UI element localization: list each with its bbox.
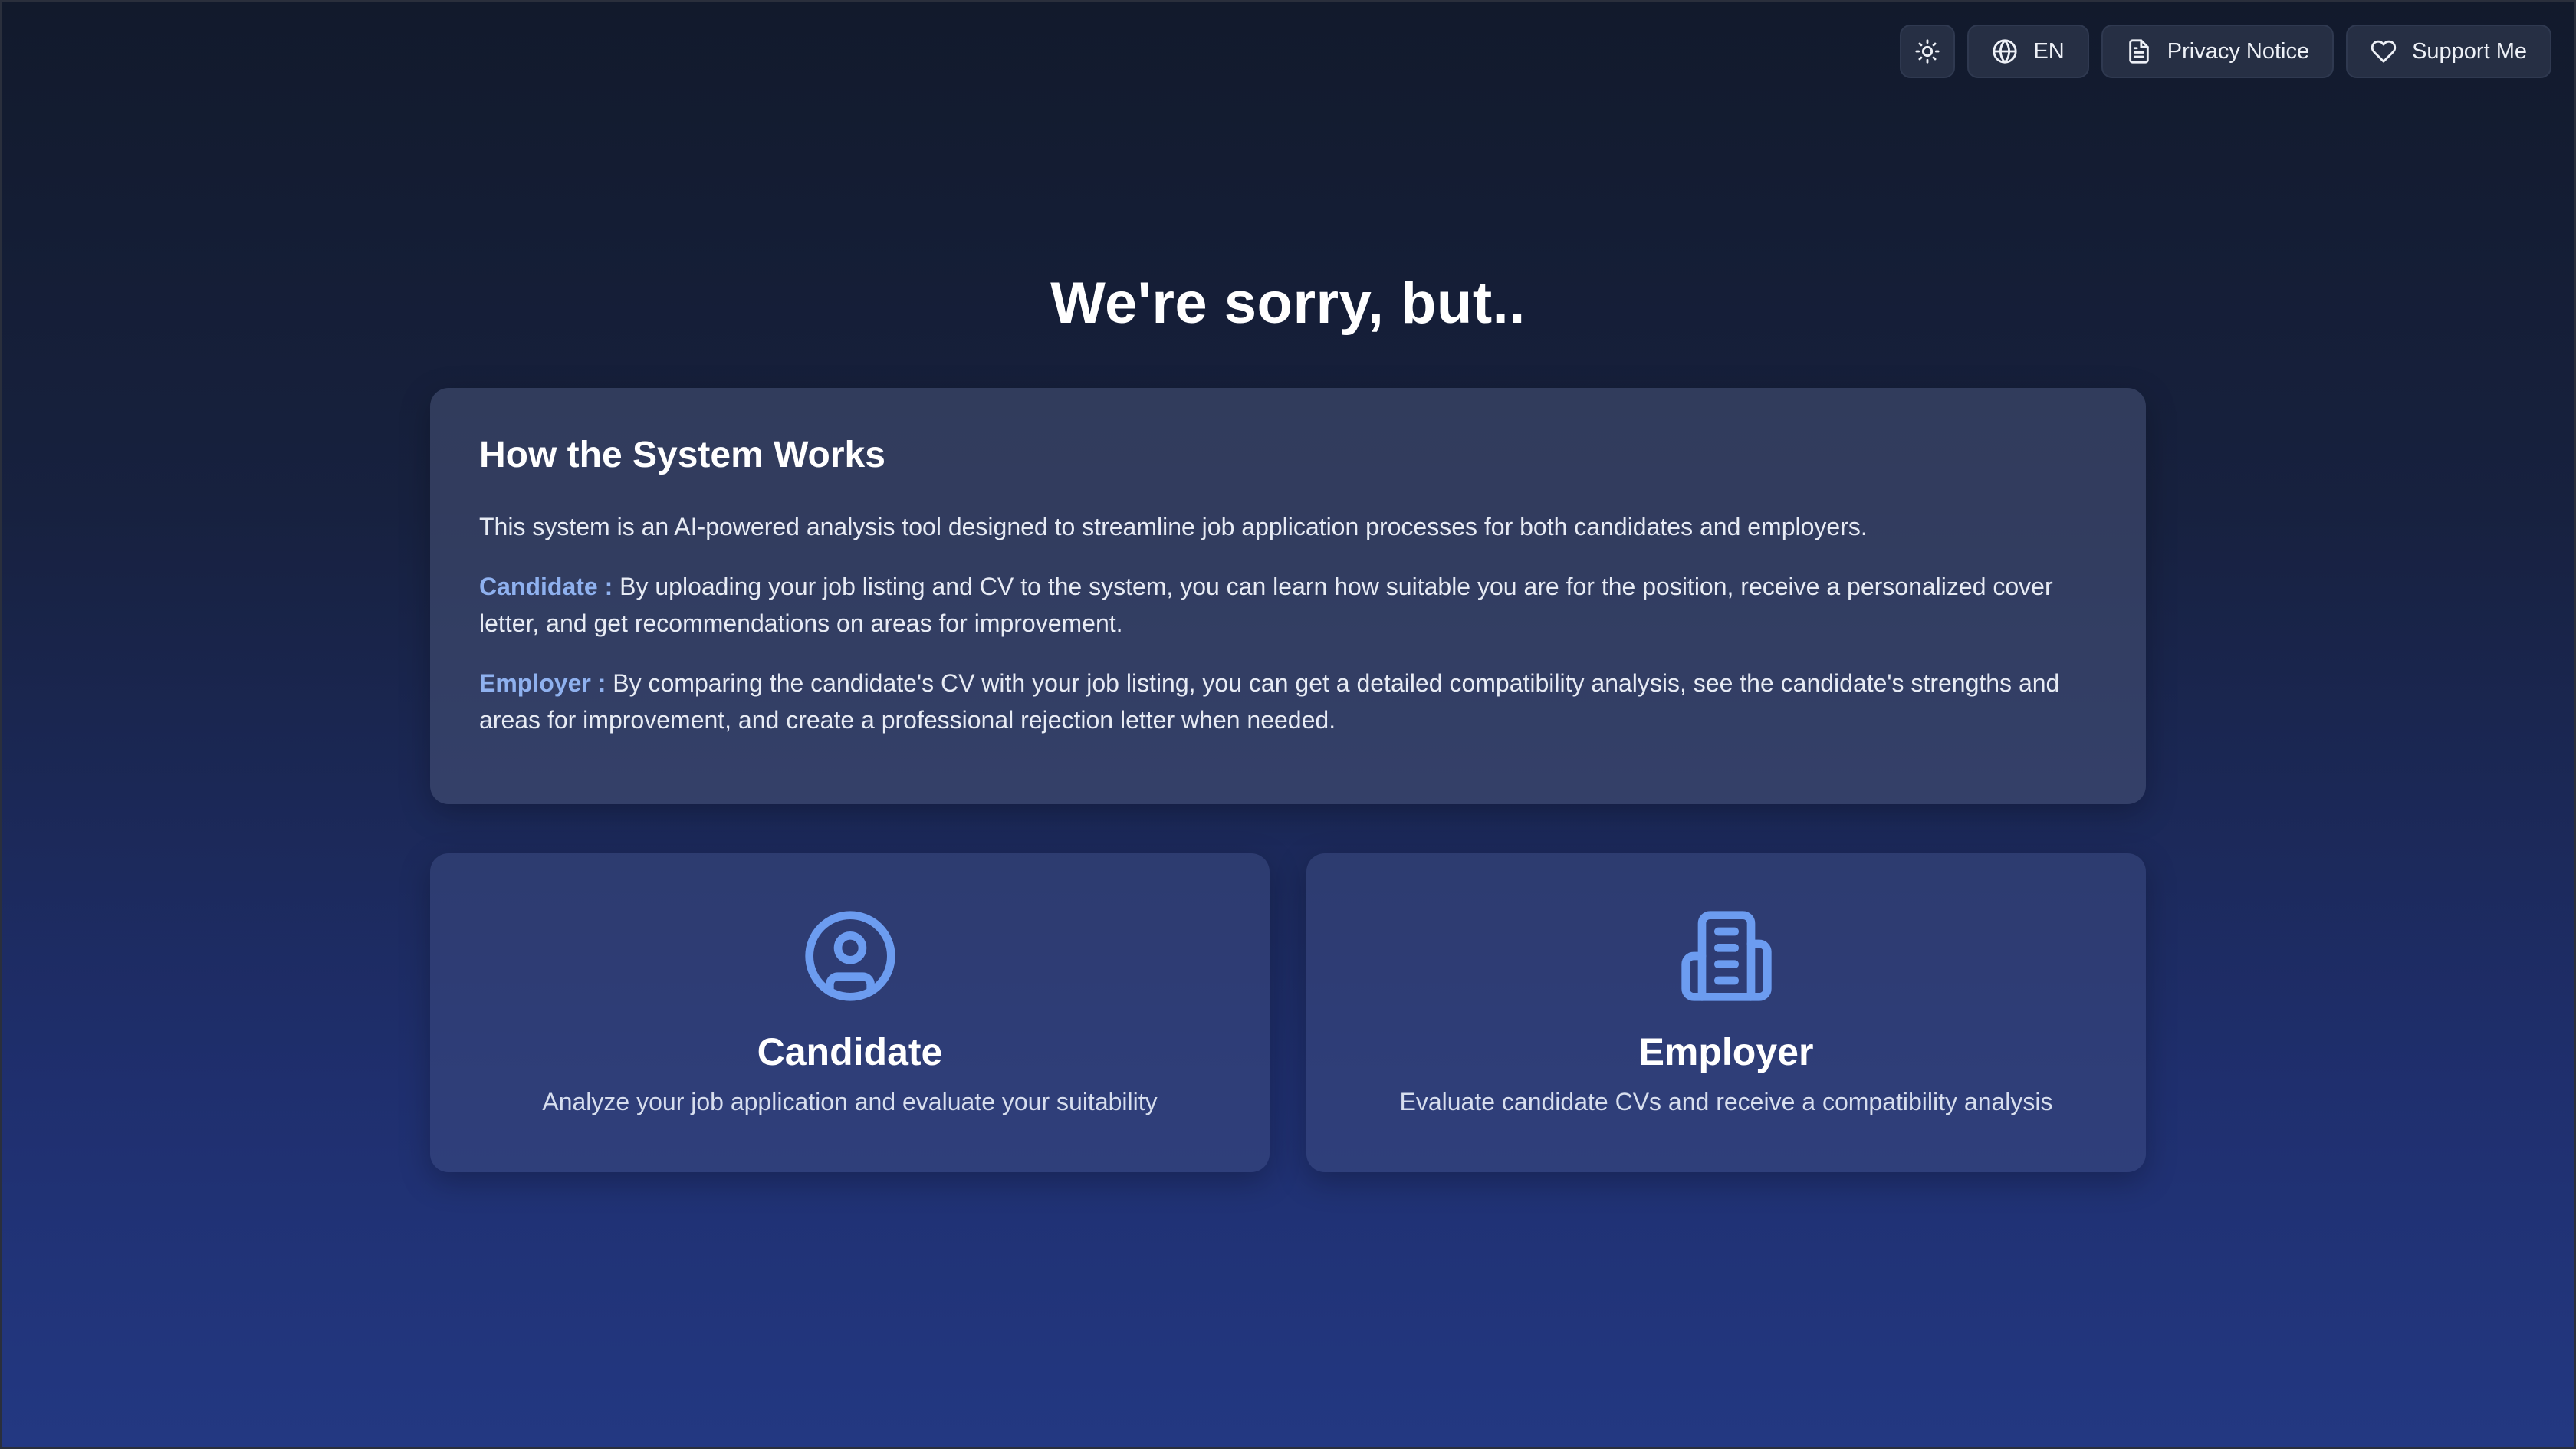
support-me-label: Support Me xyxy=(2412,38,2527,64)
candidate-card[interactable]: Candidate Analyze your job application a… xyxy=(430,853,1270,1172)
info-intro: This system is an AI-powered analysis to… xyxy=(479,513,1868,540)
candidate-label: Candidate : xyxy=(479,573,613,600)
employer-label: Employer : xyxy=(479,669,606,697)
page-title: We're sorry, but.. xyxy=(1050,271,1526,336)
globe-icon xyxy=(1993,39,2018,64)
candidate-description: Analyze your job application and evaluat… xyxy=(542,1088,1158,1116)
privacy-notice-button[interactable]: Privacy Notice xyxy=(2101,25,2334,78)
language-button[interactable]: EN xyxy=(1967,25,2089,78)
info-heading: How the System Works xyxy=(479,435,886,475)
sun-icon xyxy=(1915,39,1940,64)
employer-title: Employer xyxy=(1638,1030,1814,1073)
support-me-button[interactable]: Support Me xyxy=(2346,25,2551,78)
language-label: EN xyxy=(2033,38,2065,64)
user-circle-icon xyxy=(801,907,899,1005)
employer-description: Evaluate candidate CVs and receive a com… xyxy=(1399,1088,2053,1116)
candidate-text: By uploading your job listing and CV to … xyxy=(479,573,2053,637)
employer-card[interactable]: Employer Evaluate candidate CVs and rece… xyxy=(1306,853,2146,1172)
how-it-works-card: How the System Works This system is an A… xyxy=(430,388,2146,804)
heart-icon xyxy=(2371,40,2397,63)
privacy-notice-label: Privacy Notice xyxy=(2167,38,2310,64)
top-toolbar: EN Privacy Notice Support Me xyxy=(1900,25,2551,78)
info-candidate-paragraph: Candidate : By uploading your job listin… xyxy=(479,568,2097,642)
info-employer-paragraph: Employer : By comparing the candidate's … xyxy=(479,665,2097,738)
building-icon xyxy=(1677,907,1776,1005)
document-icon xyxy=(2129,39,2149,64)
employer-text: By comparing the candidate's CV with you… xyxy=(479,669,2060,734)
theme-toggle-button[interactable] xyxy=(1900,25,1956,78)
candidate-title: Candidate xyxy=(757,1030,943,1073)
